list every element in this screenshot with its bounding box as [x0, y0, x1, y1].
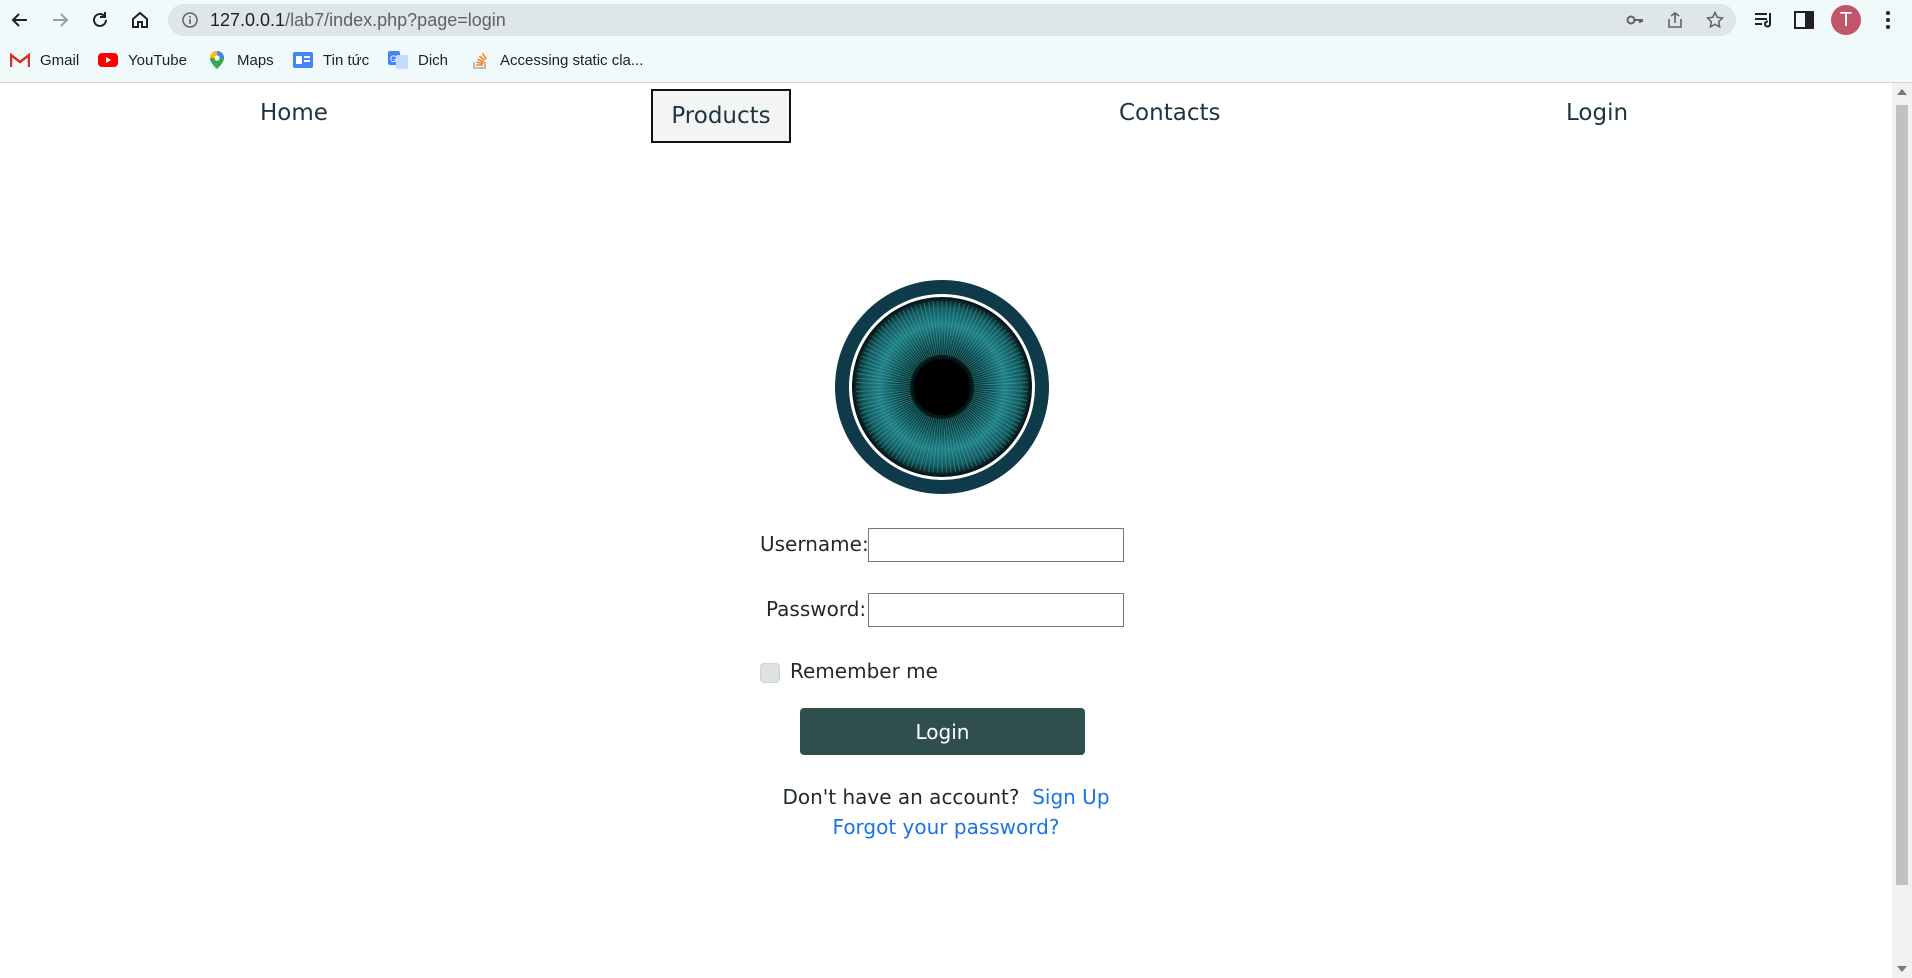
password-input[interactable] [868, 593, 1124, 627]
key-icon[interactable] [1626, 11, 1644, 29]
site-info-icon[interactable] [182, 12, 198, 28]
bookmark-label: Maps [237, 51, 274, 69]
address-url: 127.0.0.1/lab7/index.php?page=login [210, 10, 506, 31]
svg-text:G: G [390, 54, 397, 64]
bookmark-translate[interactable]: G Dich [388, 50, 448, 70]
home-icon [132, 11, 148, 28]
remember-me-label[interactable]: Remember me [790, 659, 938, 683]
bookmark-label: Accessing static cla... [500, 51, 644, 69]
bookmark-youtube[interactable]: YouTube [98, 50, 187, 70]
back-arrow-icon [11, 13, 27, 27]
bookmark-label: Tin tức [323, 51, 370, 69]
nav-login-link[interactable]: Login [1566, 100, 1628, 126]
address-bar[interactable]: 127.0.0.1/lab7/index.php?page=login [168, 4, 1736, 36]
nav-contacts-link[interactable]: Contacts [1119, 100, 1220, 126]
maps-icon [207, 51, 227, 69]
menu-kebab-icon[interactable] [1877, 9, 1899, 31]
youtube-icon [98, 52, 118, 68]
bookmark-news[interactable]: Tin tức [293, 50, 369, 70]
news-icon [293, 52, 313, 68]
url-host: 127.0.0.1 [210, 10, 286, 30]
bookmarks-bar: Gmail YouTube Maps Tin tức G Dich Access… [0, 44, 1912, 76]
bookmark-label: YouTube [128, 51, 187, 69]
remember-me-checkbox[interactable] [760, 663, 780, 683]
gmail-icon [10, 52, 30, 68]
stackoverflow-icon [470, 52, 490, 69]
browser-toolbar: 127.0.0.1/lab7/index.php?page=login T [0, 0, 1912, 40]
profile-avatar[interactable]: T [1831, 5, 1861, 35]
page-scrollbar[interactable] [1892, 83, 1912, 978]
reload-icon [93, 12, 107, 27]
password-label: Password: [766, 597, 867, 621]
side-panel-icon[interactable] [1793, 9, 1815, 31]
browser-chrome: 127.0.0.1/lab7/index.php?page=login T Gm… [0, 0, 1912, 83]
login-button[interactable]: Login [800, 708, 1085, 755]
reading-list-icon[interactable] [1753, 9, 1775, 31]
bookmark-label: Gmail [40, 51, 80, 69]
bookmark-label: Dich [418, 51, 449, 69]
back-button[interactable] [6, 6, 34, 34]
bookmark-gmail[interactable]: Gmail [10, 50, 79, 70]
no-account-text: Don't have an account? [782, 785, 1020, 809]
bookmark-stackoverflow[interactable]: Accessing static cla... [470, 50, 643, 70]
translate-icon: G [388, 51, 408, 69]
home-button[interactable] [126, 6, 154, 34]
nav-products-link[interactable]: Products [651, 89, 791, 143]
url-path: /lab7/index.php?page=login [285, 10, 506, 30]
scroll-up-arrow-icon[interactable] [1897, 89, 1907, 95]
share-icon[interactable] [1666, 11, 1684, 29]
reload-button[interactable] [86, 6, 114, 34]
forgot-password-link[interactable]: Forgot your password? [833, 815, 1060, 839]
username-label: Username: [760, 532, 869, 556]
username-input[interactable] [868, 528, 1124, 562]
forward-button[interactable] [46, 6, 74, 34]
forward-arrow-icon [53, 13, 69, 27]
forgot-password-line: Forgot your password? [0, 815, 1892, 839]
signup-link[interactable]: Sign Up [1032, 785, 1109, 809]
signup-prompt: Don't have an account? Sign Up [0, 785, 1892, 809]
bookmark-star-icon[interactable] [1706, 11, 1724, 29]
bookmark-maps[interactable]: Maps [207, 50, 274, 70]
scroll-thumb[interactable] [1896, 105, 1908, 885]
scroll-down-arrow-icon[interactable] [1897, 966, 1907, 972]
nav-home-link[interactable]: Home [260, 100, 328, 126]
site-logo [835, 280, 1049, 494]
page-content: Home Products Contacts Login Username: P… [0, 83, 1892, 978]
